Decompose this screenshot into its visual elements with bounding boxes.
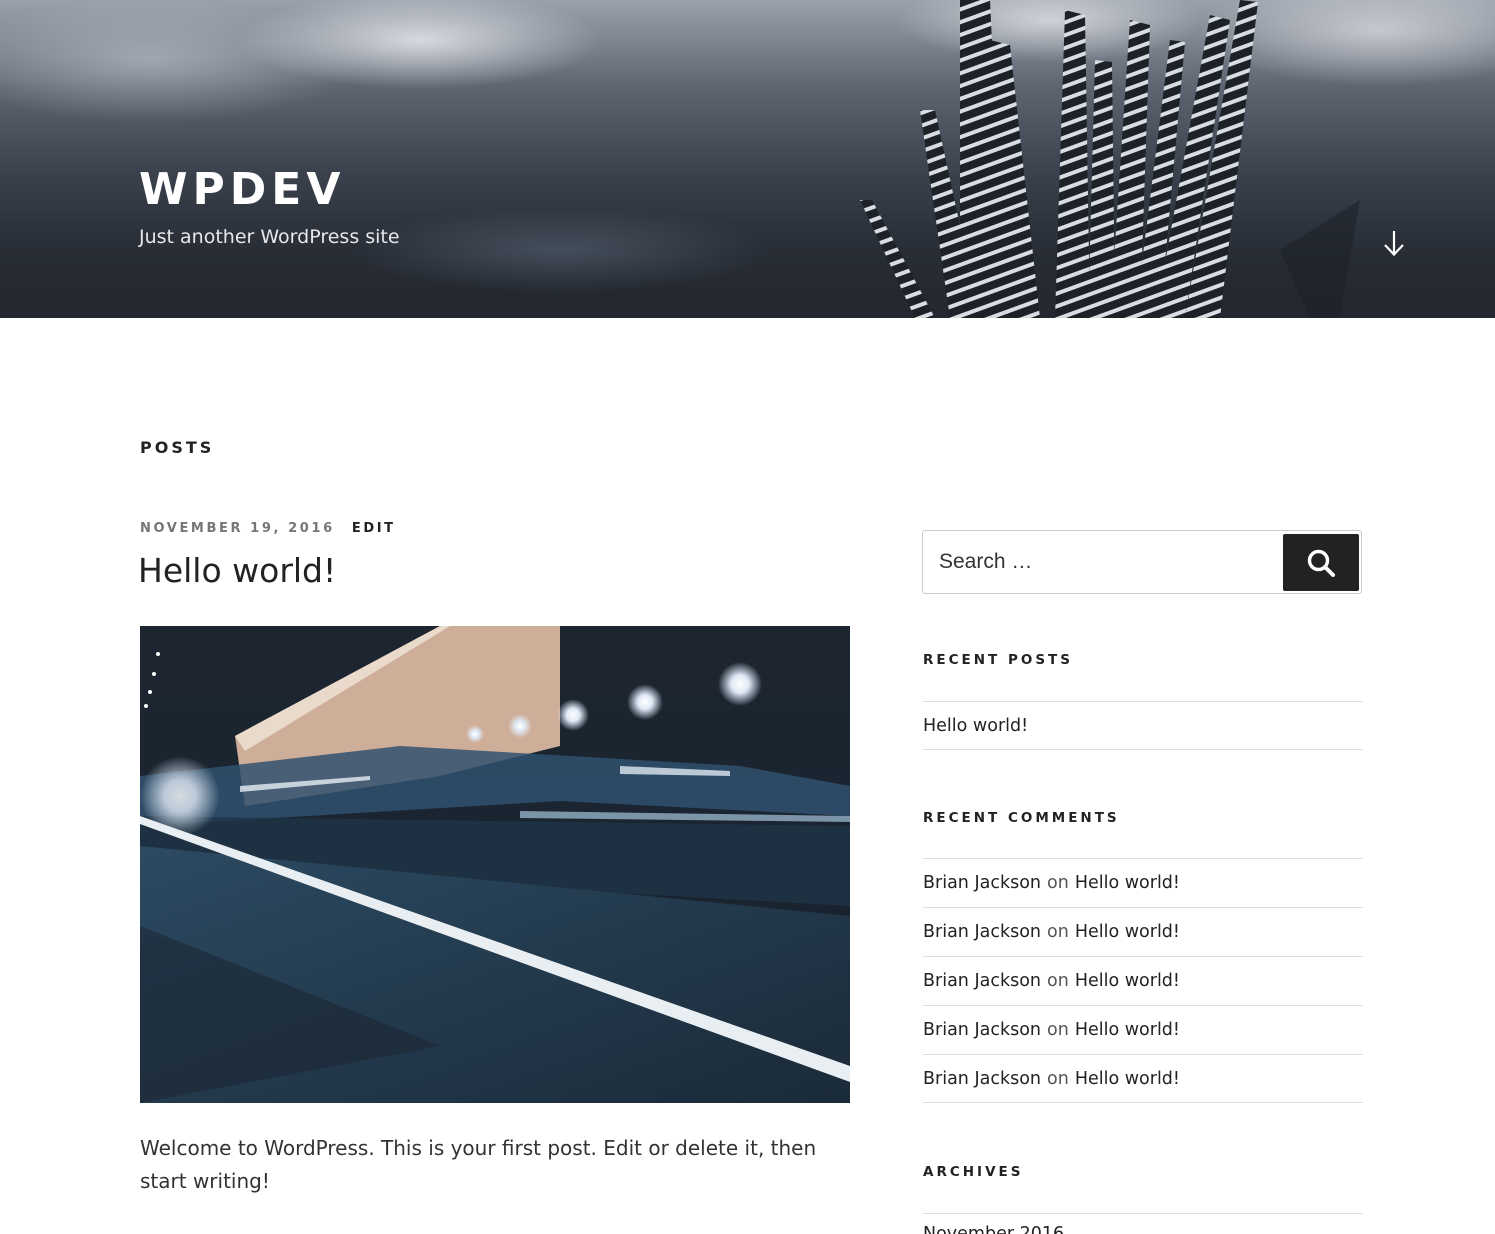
post-edit-link[interactable]: EDIT xyxy=(352,521,396,536)
archives-list: November 2016 xyxy=(923,1213,1363,1234)
comment-author-link[interactable]: Brian Jackson xyxy=(923,922,1041,942)
list-item: Brian Jackson on Hello world! xyxy=(923,1054,1363,1103)
comment-on-text: on xyxy=(1047,873,1069,893)
comment-on-text: on xyxy=(1047,1020,1069,1040)
post-featured-image[interactable] xyxy=(140,626,850,1103)
recent-comments-list: Brian Jackson on Hello world! Brian Jack… xyxy=(923,858,1363,1103)
post-meta: NOVEMBER 19, 2016 EDIT xyxy=(140,521,396,536)
search-form xyxy=(922,530,1362,594)
search-button[interactable] xyxy=(1283,534,1359,591)
post-title-link[interactable]: Hello world! xyxy=(138,546,336,596)
site-header: WPDEV Just another WordPress site xyxy=(0,0,1495,318)
archives-title: ARCHIVES xyxy=(923,1164,1024,1180)
comment-post-link[interactable]: Hello world! xyxy=(1075,971,1180,991)
recent-posts-list: Hello world! xyxy=(923,701,1363,750)
post-excerpt: Welcome to WordPress. This is your first… xyxy=(140,1136,817,1193)
comment-post-link[interactable]: Hello world! xyxy=(1075,922,1180,942)
recent-posts-title: RECENT POSTS xyxy=(923,652,1073,668)
comment-on-text: on xyxy=(1047,922,1069,942)
site-tagline: Just another WordPress site xyxy=(139,226,400,248)
comment-on-text: on xyxy=(1047,1068,1069,1089)
comment-on-text: on xyxy=(1047,971,1069,991)
comment-post-link[interactable]: Hello world! xyxy=(1075,1020,1180,1040)
post-date-link[interactable]: NOVEMBER 19, 2016 xyxy=(140,521,335,536)
list-item: Brian Jackson on Hello world! xyxy=(923,1005,1363,1054)
archive-link[interactable]: November 2016 xyxy=(923,1213,1363,1234)
search-icon xyxy=(1307,549,1335,577)
page-title: POSTS xyxy=(140,438,215,457)
recent-post-link[interactable]: Hello world! xyxy=(923,701,1363,750)
header-background-image xyxy=(860,0,1360,318)
list-item: Brian Jackson on Hello world! xyxy=(923,858,1363,907)
comment-author-link[interactable]: Brian Jackson xyxy=(923,971,1041,991)
site-title[interactable]: WPDEV xyxy=(139,160,345,220)
comment-author-link[interactable]: Brian Jackson xyxy=(923,873,1041,893)
scroll-down-arrow-icon[interactable] xyxy=(1378,226,1410,260)
recent-comments-title: RECENT COMMENTS xyxy=(923,810,1120,826)
list-item: Brian Jackson on Hello world! xyxy=(923,907,1363,956)
list-item: Brian Jackson on Hello world! xyxy=(923,956,1363,1005)
comment-post-link[interactable]: Hello world! xyxy=(1075,873,1180,893)
search-input[interactable] xyxy=(924,532,1282,592)
comment-post-link[interactable]: Hello world! xyxy=(1075,1069,1180,1089)
arrow-down-icon xyxy=(1384,231,1404,257)
comment-author-link[interactable]: Brian Jackson xyxy=(923,1069,1041,1089)
comment-author-link[interactable]: Brian Jackson xyxy=(923,1020,1041,1040)
